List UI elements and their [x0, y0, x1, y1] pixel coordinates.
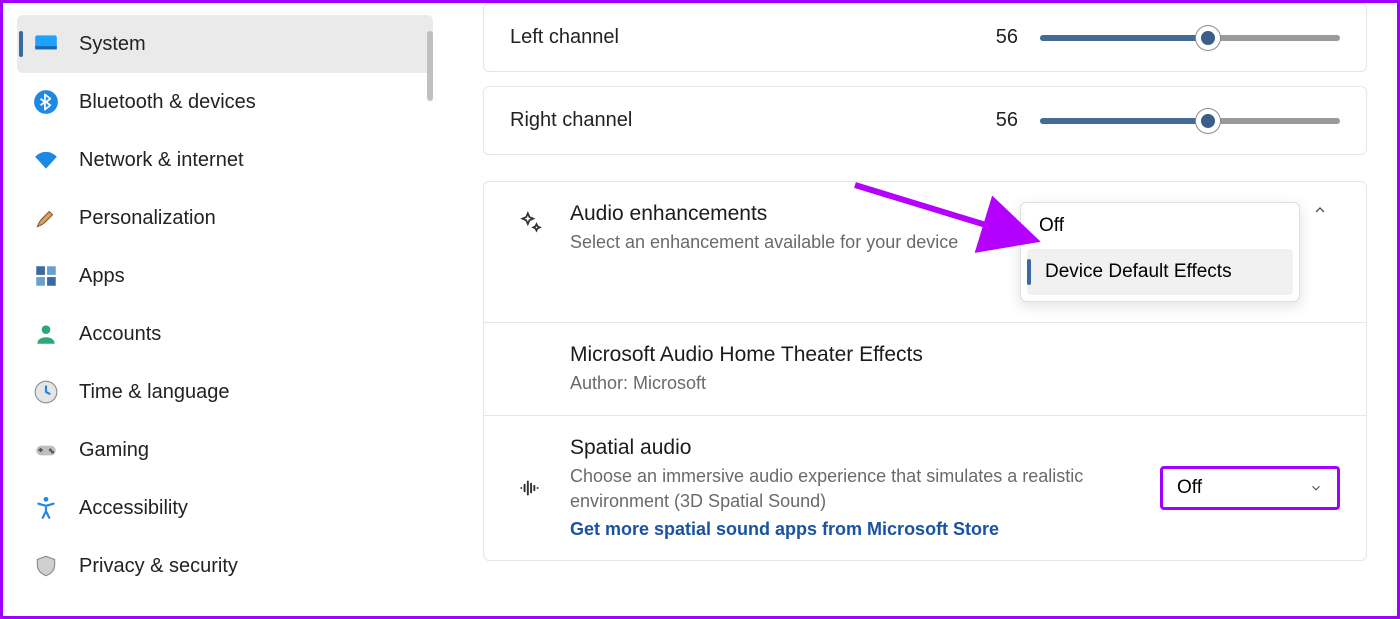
bluetooth-icon [33, 89, 59, 115]
audio-enhancements-sub: Select an enhancement available for your… [570, 230, 1000, 254]
sidebar-item-bluetooth[interactable]: Bluetooth & devices [17, 73, 433, 131]
spatial-store-link[interactable]: Get more spatial sound apps from Microso… [570, 519, 999, 540]
sparkle-icon [510, 202, 550, 236]
wifi-icon [33, 147, 59, 173]
sidebar-label: Apps [79, 265, 125, 288]
spatial-audio-row[interactable]: Spatial audio Choose an immersive audio … [484, 415, 1366, 560]
sidebar-label: Accounts [79, 323, 161, 346]
home-theater-row[interactable]: Microsoft Audio Home Theater Effects Aut… [484, 322, 1366, 415]
right-channel-value: 56 [996, 109, 1018, 132]
monitor-icon [33, 31, 59, 57]
sidebar-label: Bluetooth & devices [79, 91, 256, 114]
home-theater-author: Author: Microsoft [570, 371, 1320, 395]
home-theater-title: Microsoft Audio Home Theater Effects [570, 343, 1320, 367]
sidebar-item-network[interactable]: Network & internet [17, 131, 433, 189]
sidebar-label: Time & language [79, 381, 229, 404]
left-channel-value: 56 [996, 26, 1018, 49]
audio-enhancements-dropdown[interactable]: Off Device Default Effects [1020, 202, 1300, 302]
apps-icon [33, 263, 59, 289]
sidebar-item-accessibility[interactable]: Accessibility [17, 479, 433, 537]
dropdown-option-default[interactable]: Device Default Effects [1027, 249, 1293, 295]
sidebar-label: Network & internet [79, 149, 244, 172]
clock-icon [33, 379, 59, 405]
accessibility-icon [33, 495, 59, 521]
spatial-select-value: Off [1177, 477, 1202, 499]
sidebar-item-time[interactable]: Time & language [17, 363, 433, 421]
sidebar-label: Gaming [79, 439, 149, 462]
person-icon [33, 321, 59, 347]
sidebar-item-accounts[interactable]: Accounts [17, 305, 433, 363]
right-channel-slider[interactable] [1040, 118, 1340, 124]
settings-content: Left channel 56 Right channel 56 [433, 3, 1397, 616]
settings-sidebar: System Bluetooth & devices Network & int… [3, 3, 433, 616]
spatial-title: Spatial audio [570, 436, 1140, 460]
right-channel-card: Right channel 56 [483, 86, 1367, 155]
audio-enhancements-row[interactable]: Audio enhancements Select an enhancement… [484, 182, 1366, 322]
left-channel-card: Left channel 56 [483, 3, 1367, 72]
sidebar-label: Accessibility [79, 497, 188, 520]
left-channel-label: Left channel [510, 26, 619, 49]
sidebar-item-privacy[interactable]: Privacy & security [17, 537, 433, 595]
sidebar-item-personalization[interactable]: Personalization [17, 189, 433, 247]
slider-thumb[interactable] [1196, 109, 1220, 133]
chevron-down-icon [1309, 481, 1323, 495]
dropdown-option-off[interactable]: Off [1021, 203, 1299, 249]
left-channel-slider[interactable] [1040, 35, 1340, 41]
sidebar-item-system[interactable]: System [17, 15, 433, 73]
spatial-sub: Choose an immersive audio experience tha… [570, 464, 1140, 513]
audio-enhancements-title: Audio enhancements [570, 202, 1000, 226]
sidebar-item-apps[interactable]: Apps [17, 247, 433, 305]
sidebar-item-gaming[interactable]: Gaming [17, 421, 433, 479]
shield-icon [33, 553, 59, 579]
audio-enhancements-group: Audio enhancements Select an enhancement… [483, 181, 1367, 561]
chevron-up-icon[interactable] [1300, 202, 1340, 223]
soundwave-icon [510, 475, 550, 501]
gamepad-icon [33, 437, 59, 463]
sidebar-label: System [79, 33, 146, 56]
spatial-select[interactable]: Off [1160, 466, 1340, 510]
brush-icon [33, 205, 59, 231]
sidebar-label: Personalization [79, 207, 216, 230]
slider-thumb[interactable] [1196, 26, 1220, 50]
right-channel-label: Right channel [510, 109, 632, 132]
sidebar-label: Privacy & security [79, 555, 238, 578]
